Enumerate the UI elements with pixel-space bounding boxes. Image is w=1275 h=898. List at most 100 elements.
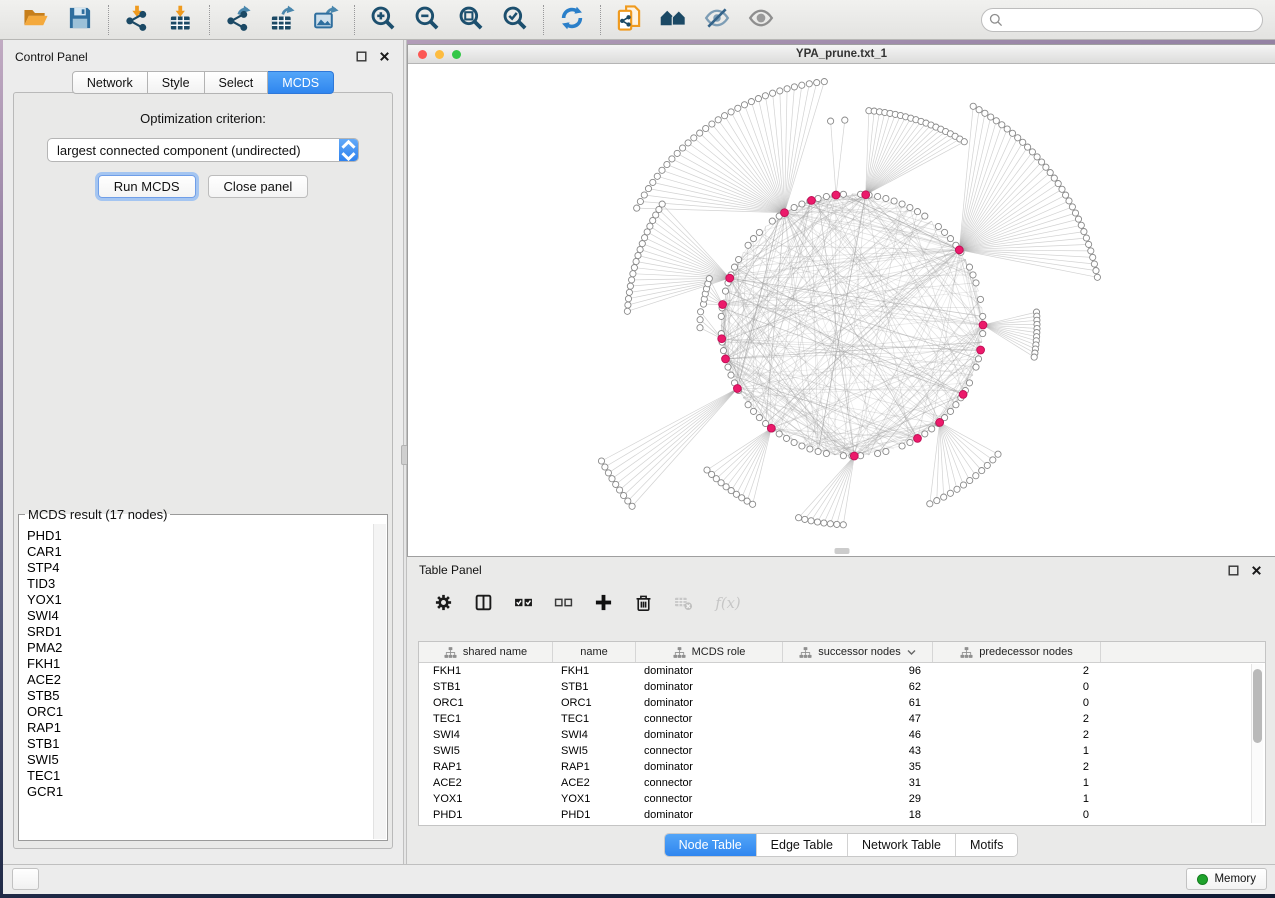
table-cell[interactable]: ACE2	[553, 777, 636, 789]
table-cell[interactable]: 35	[783, 761, 933, 773]
table-cell[interactable]: TEC1	[553, 713, 636, 725]
table-row[interactable]: ORC1ORC1dominator610	[419, 695, 1265, 711]
network-window-titlebar[interactable]: YPA_prune.txt_1	[408, 45, 1275, 64]
graph-leaf-node[interactable]	[613, 481, 619, 487]
graph-leaf-node[interactable]	[748, 99, 754, 105]
graph-leaf-node[interactable]	[697, 325, 703, 331]
search-input[interactable]	[981, 8, 1263, 32]
graph-leaf-node[interactable]	[967, 477, 973, 483]
column-header-name[interactable]: name	[553, 642, 636, 662]
export-table-button[interactable]	[267, 3, 297, 36]
tab-motifs[interactable]: Motifs	[956, 834, 1017, 856]
control-panel-close-button[interactable]	[378, 50, 391, 63]
graph-leaf-node[interactable]	[799, 82, 805, 88]
mcds-result-item[interactable]: GCR1	[27, 784, 374, 800]
graph-node[interactable]	[823, 193, 829, 199]
mcds-result-item[interactable]: RAP1	[27, 720, 374, 736]
graph-node[interactable]	[728, 372, 734, 378]
graph-leaf-node[interactable]	[821, 520, 827, 526]
graph-leaf-node[interactable]	[691, 135, 697, 141]
graph-leaf-node[interactable]	[625, 296, 631, 302]
first-neighbors-button[interactable]	[658, 3, 688, 36]
graph-leaf-node[interactable]	[1078, 222, 1084, 228]
mcds-result-item[interactable]: STB1	[27, 736, 374, 752]
table-cell[interactable]: dominator	[636, 729, 783, 741]
graph-leaf-node[interactable]	[1039, 159, 1045, 165]
graph-hub-node[interactable]	[726, 274, 734, 282]
graph-leaf-node[interactable]	[639, 241, 645, 247]
graph-leaf-node[interactable]	[814, 80, 820, 86]
table-cell[interactable]: 47	[783, 713, 933, 725]
tab-style[interactable]: Style	[148, 71, 205, 94]
graph-hub-node[interactable]	[914, 435, 922, 443]
graph-leaf-node[interactable]	[990, 457, 996, 463]
network-canvas[interactable]	[408, 63, 1275, 556]
import-network-button[interactable]	[122, 3, 152, 36]
optimization-criterion-select[interactable]: largest connected component (undirected)	[47, 138, 359, 162]
mcds-result-item[interactable]: TID3	[27, 576, 374, 592]
table-cell[interactable]: SWI4	[553, 729, 636, 741]
graph-leaf-node[interactable]	[605, 470, 611, 476]
graph-node[interactable]	[725, 364, 731, 370]
graph-leaf-node[interactable]	[1009, 130, 1015, 136]
graph-node[interactable]	[722, 288, 728, 294]
graph-leaf-node[interactable]	[637, 246, 643, 252]
tab-edge-table[interactable]: Edge Table	[757, 834, 848, 856]
graph-leaf-node[interactable]	[626, 289, 632, 295]
graph-leaf-node[interactable]	[979, 468, 985, 474]
graph-leaf-node[interactable]	[927, 501, 933, 507]
mcds-result-item[interactable]: FKH1	[27, 656, 374, 672]
graph-leaf-node[interactable]	[1075, 216, 1081, 222]
table-cell[interactable]: dominator	[636, 665, 783, 677]
table-row[interactable]: RAP1RAP1dominator352	[419, 759, 1265, 775]
graph-leaf-node[interactable]	[624, 308, 630, 314]
graph-leaf-node[interactable]	[644, 229, 650, 235]
table-cell[interactable]: 62	[783, 681, 933, 693]
graph-node[interactable]	[815, 195, 821, 201]
mcds-result-item[interactable]: STB5	[27, 688, 374, 704]
graph-leaf-node[interactable]	[654, 173, 660, 179]
tab-network[interactable]: Network	[72, 71, 148, 94]
table-cell[interactable]: FKH1	[553, 665, 636, 677]
table-cell[interactable]: dominator	[636, 761, 783, 773]
mcds-result-item[interactable]: YOX1	[27, 592, 374, 608]
table-cell[interactable]: RAP1	[419, 761, 553, 773]
graph-leaf-node[interactable]	[715, 117, 721, 123]
refresh-view-button[interactable]	[557, 3, 587, 36]
graph-leaf-node[interactable]	[1029, 149, 1035, 155]
graph-leaf-node[interactable]	[598, 458, 604, 464]
graph-node[interactable]	[907, 439, 913, 445]
table-row[interactable]: SWI5SWI5connector431	[419, 743, 1265, 759]
graph-leaf-node[interactable]	[941, 494, 947, 500]
graph-node[interactable]	[776, 431, 782, 437]
graph-leaf-node[interactable]	[1086, 241, 1092, 247]
column-header-predecessor-nodes[interactable]: predecessor nodes	[933, 642, 1101, 662]
graph-hub-node[interactable]	[767, 424, 775, 432]
table-cell[interactable]: 0	[933, 681, 1101, 693]
graph-leaf-node[interactable]	[834, 521, 840, 527]
graph-leaf-node[interactable]	[703, 125, 709, 131]
graph-leaf-node[interactable]	[961, 139, 967, 145]
show-all-button[interactable]	[746, 3, 776, 36]
table-cell[interactable]: ORC1	[553, 697, 636, 709]
save-session-button[interactable]	[65, 3, 95, 36]
graph-hub-node[interactable]	[808, 197, 816, 205]
column-header-shared-name[interactable]: shared name	[419, 642, 553, 662]
graph-leaf-node[interactable]	[770, 90, 776, 96]
graph-node[interactable]	[977, 296, 983, 302]
graph-leaf-node[interactable]	[685, 140, 691, 146]
table-row[interactable]: PHD1PHD1dominator180	[419, 807, 1265, 823]
table-cell[interactable]: FKH1	[419, 665, 553, 677]
export-network-button[interactable]	[223, 3, 253, 36]
graph-node[interactable]	[750, 408, 756, 414]
table-panel-float-button[interactable]	[1227, 564, 1240, 577]
control-panel-float-button[interactable]	[355, 50, 368, 63]
graph-hub-node[interactable]	[722, 355, 730, 363]
graph-node[interactable]	[745, 242, 751, 248]
graph-leaf-node[interactable]	[954, 486, 960, 492]
table-cell[interactable]: connector	[636, 777, 783, 789]
graph-leaf-node[interactable]	[625, 302, 631, 308]
table-settings-button[interactable]	[432, 591, 455, 617]
graph-node[interactable]	[883, 195, 889, 201]
graph-hub-node[interactable]	[977, 346, 985, 354]
